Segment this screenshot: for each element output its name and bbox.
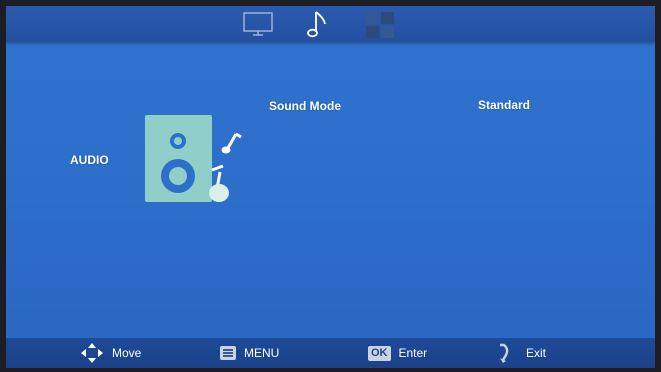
hint-menu: MENU [220,338,279,368]
speaker-icon [145,115,242,202]
key-hint-bar: Move MENU OK Enter Exit [6,338,655,368]
ok-key-icon: OK [368,345,391,361]
hint-enter-label: Enter [398,346,428,360]
section-title: AUDIO [70,153,109,167]
hint-move-label: Move [112,346,142,360]
music-note-icon[interactable] [302,9,332,39]
hint-menu-label: MENU [244,346,280,360]
hint-exit: Exit [498,338,546,368]
grid-icon[interactable] [364,10,396,40]
tv-icon[interactable] [240,9,276,39]
return-icon [500,343,509,363]
tv-menu-screen: AUDIO Sound Mode Standard Move MENU OK E… [6,6,655,368]
top-tab-bar [6,6,655,42]
sound-mode-label[interactable]: Sound Mode [269,99,341,113]
music-note-icon [221,132,242,154]
sound-mode-value[interactable]: Standard [478,98,530,112]
menu-icon [220,346,236,360]
hint-enter: OK Enter [368,338,427,368]
arrows-icon [81,343,103,363]
hint-move: Move [80,338,141,368]
hint-exit-label: Exit [526,346,547,360]
